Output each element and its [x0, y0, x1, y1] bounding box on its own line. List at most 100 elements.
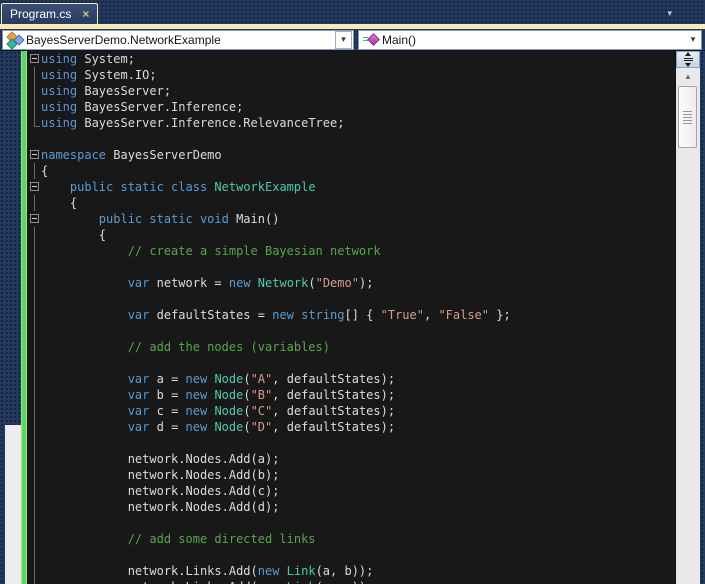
outlining-margin-cell — [27, 147, 41, 163]
code-line[interactable] — [27, 323, 675, 339]
code-line-text: var defaultStates = new string[] { "True… — [127, 308, 511, 322]
outlining-margin-cell — [27, 483, 41, 499]
code-line[interactable]: network.Links.Add(new Link(a, c)); — [27, 579, 675, 584]
code-line[interactable]: public static void Main() — [27, 211, 675, 227]
code-line[interactable]: var network = new Network("Demo"); — [27, 275, 675, 291]
window-frame-right — [700, 51, 705, 584]
navigation-bar: BayesServerDemo.NetworkExample ▾ Main() … — [0, 29, 705, 51]
code-line[interactable]: { — [27, 227, 675, 243]
fold-collapse-icon[interactable] — [30, 182, 39, 191]
code-line[interactable]: { — [27, 163, 675, 179]
code-line-text: var d = new Node("D", defaultStates); — [127, 420, 396, 434]
code-line[interactable]: var b = new Node("B", defaultStates); — [27, 387, 675, 403]
fold-collapse-icon[interactable] — [30, 54, 39, 63]
tab-program-cs[interactable]: Program.cs × — [1, 3, 99, 24]
code-line-text: network.Nodes.Add(a); — [41, 452, 280, 466]
code-line-text: var network = new Network("Demo"); — [127, 276, 374, 290]
code-line-text: // add the nodes (variables) — [41, 340, 330, 354]
outlining-margin-cell — [27, 243, 41, 259]
outlining-margin-cell — [27, 355, 41, 371]
type-dropdown-label: BayesServerDemo.NetworkExample — [26, 32, 221, 47]
code-line[interactable] — [27, 435, 675, 451]
code-line[interactable] — [27, 131, 675, 147]
code-line-text: using System.IO; — [41, 68, 157, 82]
code-line[interactable] — [27, 259, 675, 275]
close-icon[interactable]: × — [82, 8, 89, 20]
code-line-text: network.Links.Add(new Link(a, c)); — [41, 579, 374, 584]
outlining-margin-cell — [27, 291, 41, 307]
scrollbar-thumb[interactable] — [678, 86, 697, 148]
member-dropdown-label: Main() — [382, 32, 417, 47]
outlining-margin-cell — [27, 323, 41, 339]
outlining-margin-cell — [27, 339, 41, 355]
code-line[interactable] — [27, 515, 675, 531]
code-line[interactable]: var d = new Node("D", defaultStates); — [27, 419, 675, 435]
code-area[interactable]: using System; using System.IO; using Bayes… — [27, 51, 675, 584]
fold-collapse-icon[interactable] — [30, 150, 39, 159]
outlining-margin-cell — [27, 67, 41, 83]
split-window-handle[interactable] — [676, 51, 700, 68]
code-line[interactable]: using System.IO; — [27, 67, 675, 83]
code-line-text: using BayesServer.Inference; — [41, 100, 244, 114]
code-line[interactable]: { — [27, 195, 675, 211]
scrollbar-track[interactable] — [676, 84, 700, 584]
code-line[interactable]: public static class NetworkExample — [27, 179, 675, 195]
code-line[interactable]: network.Nodes.Add(c); — [27, 483, 675, 499]
method-icon — [362, 32, 380, 47]
editor-area: using System; using System.IO; using Bayes… — [0, 51, 705, 584]
code-line-text: public static class NetworkExample — [69, 180, 316, 194]
fold-collapse-icon[interactable] — [30, 214, 39, 223]
code-line[interactable] — [27, 291, 675, 307]
outlining-margin-cell — [27, 131, 41, 147]
code-line[interactable]: network.Nodes.Add(b); — [27, 467, 675, 483]
outlining-margin-cell — [27, 227, 41, 243]
indicator-margin[interactable] — [5, 51, 21, 584]
code-line[interactable]: // add the nodes (variables) — [27, 339, 675, 355]
outlining-margin-cell — [27, 451, 41, 467]
code-line[interactable]: // create a simple Bayesian network — [27, 243, 675, 259]
code-line[interactable]: using BayesServer.Inference; — [27, 99, 675, 115]
scrollbar-grip-icon — [683, 111, 692, 124]
code-line-text: network.Links.Add(new Link(a, b)); — [41, 564, 374, 578]
outlining-margin-cell — [27, 531, 41, 547]
outlining-margin-cell — [27, 371, 41, 387]
code-line[interactable]: var defaultStates = new string[] { "True… — [27, 307, 675, 323]
outlining-margin-cell — [27, 387, 41, 403]
outlining-margin-cell — [27, 83, 41, 99]
code-line-text: network.Nodes.Add(b); — [41, 468, 280, 482]
dropdown-arrow-icon[interactable]: ▾ — [685, 34, 701, 45]
code-line[interactable]: namespace BayesServerDemo — [27, 147, 675, 163]
code-line-text: var a = new Node("A", defaultStates); — [127, 372, 396, 386]
code-line[interactable]: network.Nodes.Add(d); — [27, 499, 675, 515]
outlining-margin-cell — [27, 275, 41, 291]
code-line-text: using BayesServer.Inference.RelevanceTre… — [41, 116, 345, 130]
tab-well: Program.cs × ▾ — [0, 0, 705, 24]
code-line[interactable]: using BayesServer; — [27, 83, 675, 99]
outlining-margin-cell — [27, 211, 41, 227]
code-line-text: { — [41, 164, 49, 178]
outlining-margin-cell — [27, 467, 41, 483]
code-line-text: { — [41, 196, 78, 210]
scroll-up-icon[interactable]: ▲ — [676, 68, 700, 84]
code-line[interactable] — [27, 355, 675, 371]
tab-label: Program.cs — [10, 7, 72, 21]
code-line[interactable]: using BayesServer.Inference.RelevanceTre… — [27, 115, 675, 131]
outlining-margin-cell — [27, 51, 41, 67]
code-line[interactable]: var a = new Node("A", defaultStates); — [27, 371, 675, 387]
outlining-margin-cell — [27, 195, 41, 211]
code-line[interactable]: network.Links.Add(new Link(a, b)); — [27, 563, 675, 579]
tab-list-dropdown-icon[interactable]: ▾ — [667, 8, 672, 19]
code-line[interactable]: using System; — [27, 51, 675, 67]
outlining-margin-cell — [27, 115, 41, 131]
code-line[interactable]: network.Nodes.Add(a); — [27, 451, 675, 467]
indicator-margin-bottom — [5, 425, 21, 584]
code-line[interactable]: var c = new Node("C", defaultStates); — [27, 403, 675, 419]
member-dropdown[interactable]: Main() ▾ — [358, 29, 702, 50]
code-lines: using System; using System.IO; using Bayes… — [27, 51, 675, 584]
outlining-margin-cell — [27, 259, 41, 275]
dropdown-arrow-icon[interactable]: ▾ — [335, 30, 352, 49]
code-line-text: network.Nodes.Add(c); — [41, 484, 280, 498]
type-dropdown[interactable]: BayesServerDemo.NetworkExample ▾ — [2, 29, 354, 50]
code-line[interactable]: // add some directed links — [27, 531, 675, 547]
code-line[interactable] — [27, 547, 675, 563]
